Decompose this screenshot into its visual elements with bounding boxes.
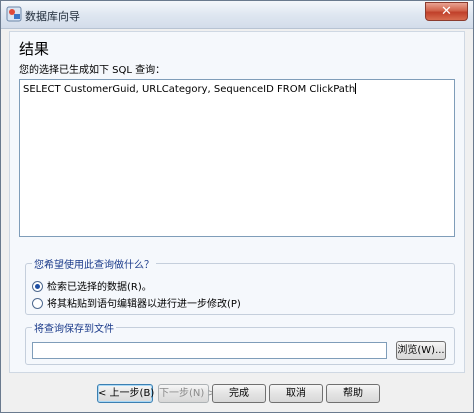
save-file-path-input[interactable] (32, 342, 387, 359)
radio-checked-icon[interactable] (32, 281, 43, 292)
page-title: 结果 (19, 40, 50, 58)
next-button[interactable]: 下一步(N) > (158, 384, 216, 403)
title-bar[interactable]: 数据库向导 ✕ (1, 1, 473, 29)
radio-unchecked-icon[interactable] (32, 298, 43, 309)
footer-divider (9, 373, 465, 374)
back-button[interactable]: < 上一步(B) (97, 384, 154, 403)
close-button[interactable]: ✕ (425, 2, 468, 21)
save-group-title: 将查询保存到文件 (32, 320, 116, 335)
option-retrieve-label: 检索已选择的数据(R)。 (47, 282, 152, 293)
app-icon (6, 6, 22, 22)
text-caret (355, 83, 357, 94)
cancel-button[interactable]: 取消 (269, 384, 323, 403)
usage-group-title: 您希望使用此查询做什么？ (32, 256, 156, 271)
browse-button[interactable]: 浏览(W)... (396, 341, 446, 360)
usage-options-group: 您希望使用此查询做什么？ 检索已选择的数据(R)。 将其粘贴到语句编辑器以进行进… (25, 256, 455, 315)
option-paste-syntax[interactable]: 将其粘贴到语句编辑器以进行进一步修改(P) (32, 295, 241, 310)
database-wizard-window: 数据库向导 ✕ 结果 您的选择已生成如下 SQL 查询： SELECT Cust… (0, 0, 474, 413)
finish-button[interactable]: 完成 (212, 384, 266, 403)
window-title: 数据库向导 (25, 10, 80, 23)
close-icon: ✕ (441, 4, 452, 19)
sql-query-textarea[interactable]: SELECT CustomerGuid, URLCategory, Sequen… (19, 79, 455, 237)
option-paste-label: 将其粘贴到语句编辑器以进行进一步修改(P) (47, 299, 241, 310)
sql-query-text: SELECT CustomerGuid, URLCategory, Sequen… (23, 84, 356, 95)
option-retrieve-data[interactable]: 检索已选择的数据(R)。 (32, 278, 152, 293)
sql-prompt-label: 您的选择已生成如下 SQL 查询： (19, 65, 166, 76)
help-button[interactable]: 帮助 (326, 384, 380, 403)
save-query-group: 将查询保存到文件 浏览(W)... (25, 320, 455, 365)
